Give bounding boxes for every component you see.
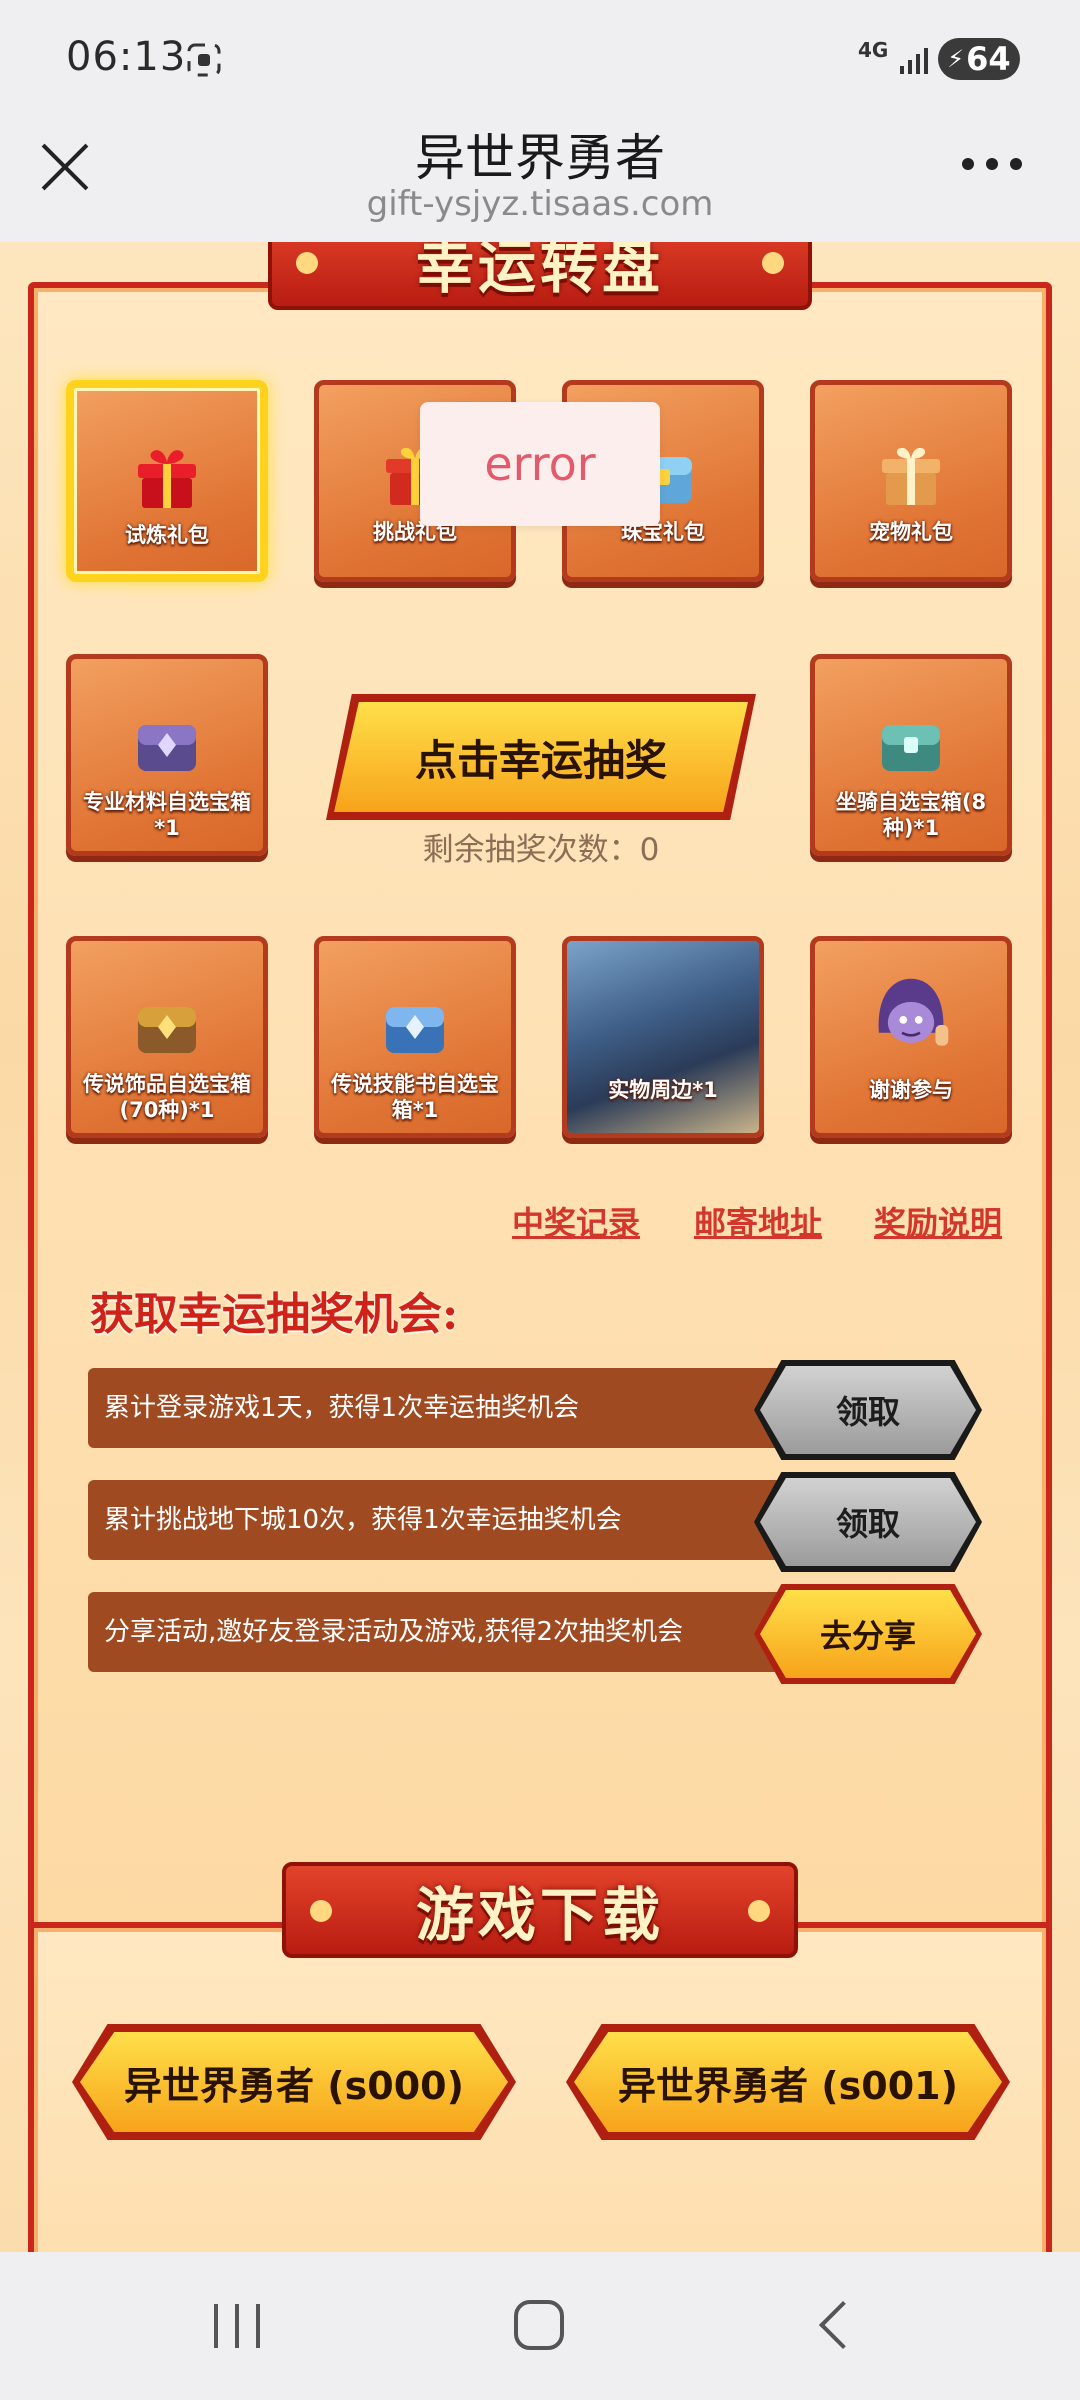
lucky-draw-button[interactable]: 点击幸运抽奖 [334, 702, 748, 812]
prize-label: 传说饰品自选宝箱(70种)*1 [83, 1072, 251, 1122]
claim-button[interactable]: 领取 [760, 1366, 976, 1454]
purple-chest-icon [138, 725, 196, 771]
signal-icon [900, 48, 928, 74]
prize-tile: 传说饰品自选宝箱(70种)*1 [66, 936, 268, 1138]
blue-chest-icon [386, 1007, 444, 1053]
prize-tile: 试炼礼包 [66, 380, 268, 582]
error-toast: error [420, 402, 660, 526]
back-icon[interactable] [818, 2300, 868, 2350]
more-menu-icon[interactable] [962, 158, 1022, 174]
recent-apps-icon[interactable] [214, 2304, 260, 2348]
battery-indicator: ⚡ 64 [938, 38, 1020, 80]
page-title: 异世界勇者 [415, 129, 665, 187]
prize-records-link[interactable]: 中奖记录 [512, 1198, 640, 1244]
status-time: 06:13 [66, 34, 187, 80]
status-bar: 06:13 4G ⚡ 64 [0, 0, 1080, 118]
prize-label: 宠物礼包 [869, 520, 953, 544]
claim-button[interactable]: 领取 [760, 1478, 976, 1566]
prize-label: 专业材料自选宝箱*1 [83, 790, 251, 840]
gold-chest-icon [138, 1007, 196, 1053]
prize-tile: 坐骑自选宝箱(8种)*1 [810, 654, 1012, 856]
lottery-banner: 幸运转盘 [268, 242, 812, 310]
screenshot-icon [187, 43, 221, 77]
home-icon[interactable] [514, 2300, 564, 2350]
prize-tile: 传说技能书自选宝箱*1 [314, 936, 516, 1138]
prize-label: 坐骑自选宝箱(8种)*1 [835, 790, 987, 840]
gift-box-icon [882, 447, 940, 505]
teal-chest-icon [882, 725, 940, 771]
prize-tile: 宠物礼包 [810, 380, 1012, 582]
battery-level: 64 [966, 40, 1011, 78]
download-button-s000[interactable]: 异世界勇者 (s000) [80, 2032, 508, 2132]
share-button[interactable]: 去分享 [760, 1590, 976, 1678]
download-banner: 游戏下载 [282, 1862, 798, 1958]
system-nav-bar [0, 2252, 1080, 2400]
mailing-address-link[interactable]: 邮寄地址 [694, 1198, 822, 1244]
network-type-icon: 4G [858, 38, 889, 62]
task-text: 累计登录游戏1天，获得1次幸运抽奖机会 [104, 1393, 580, 1423]
lottery-banner-title: 幸运转盘 [415, 242, 664, 301]
chances-heading: 获取幸运抽奖机会: [90, 1289, 459, 1340]
task-text: 分享活动,邀好友登录活动及游戏,获得2次抽奖机会 [104, 1617, 684, 1647]
red-gift-icon [138, 450, 196, 508]
prize-tile: 实物周边*1 [562, 936, 764, 1138]
prize-label: 试炼礼包 [125, 523, 209, 547]
prize-label: 传说技能书自选宝箱*1 [331, 1072, 499, 1122]
task-text: 累计挑战地下城10次，获得1次幸运抽奖机会 [104, 1505, 622, 1535]
reward-rules-link[interactable]: 奖励说明 [874, 1198, 1002, 1244]
prize-label: 谢谢参与 [869, 1078, 953, 1102]
prize-label: 实物周边*1 [608, 1078, 718, 1102]
browser-toolbar: 异世界勇者 gift-ysjyz.tisaas.com [0, 118, 1080, 242]
prize-tile: 谢谢参与 [810, 936, 1012, 1138]
remaining-draws: 剩余抽奖次数：0 [422, 832, 660, 868]
download-button-s001[interactable]: 异世界勇者 (s001) [574, 2032, 1002, 2132]
bolt-icon: ⚡ [947, 45, 965, 73]
download-banner-title: 游戏下载 [415, 1881, 664, 1949]
merch-photo [567, 941, 759, 1133]
character-thumbs-up-icon [878, 978, 949, 1046]
page-url: gift-ysjyz.tisaas.com [366, 184, 714, 224]
page-content: 幸运转盘 试炼礼包 挑战礼包 珠宝礼包 宠物礼包 专业材料自选宝箱*1 点击幸运… [0, 242, 1080, 2252]
prize-tile: 专业材料自选宝箱*1 [66, 654, 268, 856]
